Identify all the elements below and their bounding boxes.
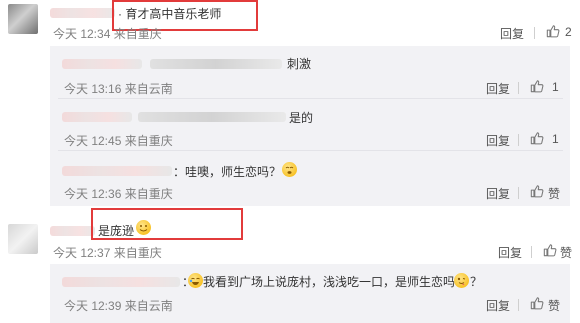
username-blurred[interactable] (138, 112, 286, 122)
thumbs-up-icon[interactable] (530, 131, 544, 145)
thumbs-up-icon[interactable] (530, 79, 544, 93)
username-blurred[interactable] (62, 277, 180, 287)
emoji-icon (282, 162, 297, 177)
avatar[interactable] (8, 4, 38, 34)
reply-meta: 今天 12:39 来自云南 (64, 299, 173, 313)
divider (58, 98, 563, 99)
like-count: 1 (552, 132, 559, 146)
reply-text: ：哇噢，师生恋吗？ (173, 165, 282, 179)
highlight-box (91, 208, 243, 240)
username-blurred[interactable] (62, 59, 142, 69)
emoji-icon (454, 273, 469, 288)
username-blurred[interactable] (62, 112, 132, 122)
divider (58, 150, 563, 151)
like-button[interactable]: 赞 (548, 185, 560, 202)
reply-text: 我看到广场上说庞村，浅浅吃一口，是师生恋吗 (203, 275, 456, 289)
reply-button[interactable]: 回复 (486, 80, 510, 97)
reply-button[interactable]: 回复 (498, 244, 522, 261)
thumbs-up-icon[interactable] (546, 24, 560, 38)
like-count: 2 (565, 25, 572, 39)
username-blurred[interactable] (50, 226, 95, 236)
reply-text: 刺激 (287, 57, 312, 71)
reply-button[interactable]: 回复 (500, 25, 524, 42)
reply-button[interactable]: 回复 (486, 185, 510, 202)
reply-meta: 今天 13:16 来自云南 (64, 82, 173, 96)
like-button[interactable]: 赞 (548, 297, 560, 314)
comment-meta: 今天 12:34 来自重庆 (53, 27, 162, 41)
reply-text: ？ (470, 275, 483, 289)
reply-meta: 今天 12:36 来自重庆 (64, 187, 173, 201)
thumbs-up-icon[interactable] (543, 243, 557, 257)
reply-text: 是的 (289, 111, 314, 125)
like-button[interactable]: 赞 (560, 244, 572, 261)
divider (534, 27, 535, 39)
thumbs-up-icon[interactable] (530, 296, 544, 310)
username-blurred[interactable] (62, 166, 172, 176)
reply-meta: 今天 12:45 来自重庆 (64, 134, 173, 148)
avatar[interactable] (8, 224, 38, 254)
divider (518, 82, 519, 94)
reply-button[interactable]: 回复 (486, 132, 510, 149)
reply-button[interactable]: 回复 (486, 297, 510, 314)
comment-meta: 今天 12:37 来自重庆 (53, 246, 162, 260)
username-blurred[interactable] (50, 8, 115, 18)
divider (531, 246, 532, 258)
divider (518, 187, 519, 199)
divider (518, 134, 519, 146)
divider (518, 299, 519, 311)
emoji-icon (188, 273, 203, 288)
username-blurred[interactable] (150, 59, 282, 69)
like-count: 1 (552, 80, 559, 94)
thumbs-up-icon[interactable] (530, 184, 544, 198)
